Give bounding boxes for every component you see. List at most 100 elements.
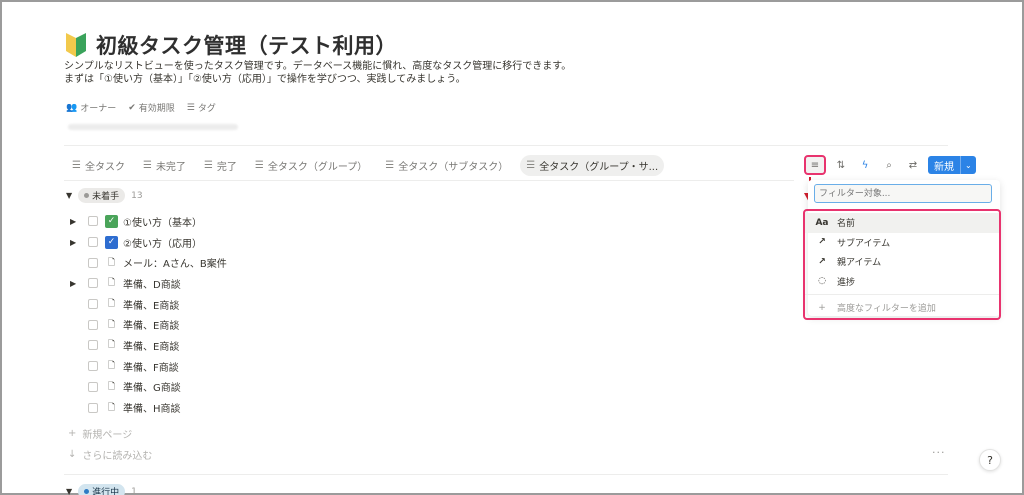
property-due-date[interactable]: ✔ 有効期限 [128, 101, 175, 115]
help-button[interactable]: ? [979, 449, 1001, 471]
automation-button[interactable]: ϟ [856, 156, 874, 174]
add-advanced-filter-button[interactable]: + 高度なフィルターを追加 [805, 298, 999, 318]
status-label: 進行中 [92, 488, 120, 495]
chevron-down-icon[interactable]: ⌄ [960, 156, 976, 174]
filter-option-progress[interactable]: ◌ 進捗 [805, 272, 999, 292]
list-item[interactable]: 🗋 準備、E商談 [70, 314, 227, 335]
property-owner[interactable]: 👥 オーナー [66, 101, 116, 115]
page-description: シンプルなリストビューを使ったタスク管理です。データベース機能に慣れ、高度なタス… [64, 60, 571, 86]
sort-button[interactable]: ⇅ [832, 156, 850, 174]
people-icon: 👥 [66, 102, 78, 113]
expand-triangle-icon[interactable]: ▶ [70, 238, 88, 247]
tab-all-grouped[interactable]: ☰ 全タスク（グループ） [249, 155, 373, 176]
filter-option-subitem[interactable]: ↗ サブアイテム [805, 233, 999, 253]
arrow-down-icon: ↓ [68, 449, 77, 460]
row-checkbox[interactable] [88, 319, 98, 330]
page-icon: 🗋 [107, 319, 116, 330]
tab-all-grouped-subtasks[interactable]: ☰ 全タスク（グループ・サ... [520, 154, 665, 176]
group-header-in-progress[interactable]: ▼ 進行中 1 [66, 484, 137, 495]
expand-triangle-icon[interactable]: ▶ [70, 279, 88, 288]
check-circle-icon: ✔ [128, 102, 136, 113]
search-icon: ⌕ [886, 159, 892, 171]
text-property-icon: Aa [815, 217, 829, 228]
list-item[interactable]: 🗋 メール：Aさん、B案件 [70, 252, 227, 273]
list-icon: ☰ [72, 159, 81, 171]
property-label: 有効期限 [138, 104, 175, 114]
list-icon: ☰ [142, 159, 152, 171]
load-more-label: さらに読み込む [82, 451, 153, 462]
row-checkbox[interactable] [88, 381, 98, 392]
expand-triangle-icon[interactable]: ▶ [70, 217, 88, 226]
task-name: ①使い方（基本） [123, 217, 202, 229]
status-dot-icon [84, 489, 90, 494]
page-icon: 🗋 [107, 381, 116, 392]
tab-complete[interactable]: ☰ 完了 [198, 155, 243, 176]
tab-all-tasks[interactable]: ☰ 全タスク [66, 155, 131, 176]
row-checkbox[interactable] [88, 361, 98, 372]
list-item[interactable]: 🗋 準備、E商談 [70, 294, 227, 315]
group-header-not-started[interactable]: ▼ 未着手 13 [66, 188, 143, 203]
tab-incomplete[interactable]: ☰ 未完了 [137, 155, 192, 176]
page-title-row: 初級タスク管理（テスト利用） [64, 30, 397, 60]
tab-all-subtasks[interactable]: ☰ 全タスク（サブタスク） [379, 155, 514, 176]
page-title: 初級タスク管理（テスト利用） [96, 34, 397, 58]
task-name: 準備、F商談 [123, 362, 179, 374]
group-count: 13 [131, 190, 143, 201]
list-item[interactable]: 🗋 準備、E商談 [70, 335, 227, 356]
filter-option-parent-item[interactable]: ↗ 親アイテム [805, 252, 999, 272]
tab-label: 全タスク [84, 161, 125, 173]
list-icon: ☰ [526, 159, 536, 171]
load-more-button[interactable]: ↓ さらに読み込む [68, 447, 152, 462]
page-icon: 🗋 [107, 361, 116, 372]
page-icon: 🗋 [107, 299, 116, 310]
row-checkbox[interactable] [88, 257, 98, 268]
collapse-triangle-icon[interactable]: ▼ [66, 487, 72, 495]
filter-button[interactable]: ≡ [804, 155, 826, 175]
list-item[interactable]: ▶ ✓ ①使い方（基本） [70, 211, 227, 232]
status-property-icon: ◌ [818, 276, 826, 287]
row-checkbox[interactable] [88, 216, 98, 227]
more-options-icon[interactable]: ··· [932, 446, 946, 459]
tab-label: 完了 [216, 161, 237, 173]
tab-label: 全タスク（サブタスク） [398, 161, 509, 173]
filter-search-input[interactable] [814, 184, 992, 203]
row-checkbox[interactable] [88, 340, 98, 351]
view-toolbar: ≡ ⇅ ϟ ⌕ ⇄ 新規 ⌄ [804, 154, 976, 176]
new-page-button[interactable]: + 新規ページ [68, 426, 132, 441]
view-settings-button[interactable]: ⇄ [904, 156, 922, 174]
new-button[interactable]: 新規 ⌄ [928, 156, 976, 174]
collapse-triangle-icon[interactable]: ▼ [66, 191, 72, 200]
row-checkbox[interactable] [88, 237, 98, 248]
row-checkbox[interactable] [88, 299, 98, 310]
task-name: 準備、D商談 [123, 279, 181, 291]
status-label: 未着手 [92, 192, 120, 202]
task-name: 準備、E商談 [123, 341, 180, 353]
divider [64, 180, 794, 181]
divider [805, 294, 999, 295]
plus-icon: + [68, 428, 77, 439]
task-name: ②使い方（応用） [123, 238, 202, 250]
list-icon: ☰ [203, 159, 213, 171]
option-label: 名前 [837, 219, 856, 230]
list-item[interactable]: ▶ 🗋 準備、D商談 [70, 273, 227, 294]
new-button-label: 新規 [934, 161, 954, 173]
row-checkbox[interactable] [88, 278, 98, 289]
list-item[interactable]: 🗋 準備、H商談 [70, 397, 227, 418]
task-list: ▶ ✓ ①使い方（基本） ▶ ✓ ②使い方（応用） 🗋 メール：Aさん、B案件 … [70, 211, 227, 418]
list-item[interactable]: 🗋 準備、F商談 [70, 356, 227, 377]
divider [64, 145, 948, 146]
search-button[interactable]: ⌕ [880, 156, 898, 174]
list-item[interactable]: 🗋 準備、G商談 [70, 377, 227, 398]
property-tags[interactable]: ☰ タグ [187, 101, 216, 115]
tab-label: 全タスク（グループ・サ... [539, 161, 659, 173]
tab-label: 全タスク（グループ） [267, 161, 368, 173]
row-checkbox[interactable] [88, 402, 98, 413]
filter-option-name[interactable]: Aa 名前 [805, 213, 999, 233]
page-icon: 🗋 [107, 340, 116, 351]
swap-icon: ⇄ [908, 159, 918, 171]
status-badge: 未着手 [78, 188, 126, 203]
page-properties: 👥 オーナー ✔ 有効期限 ☰ タグ [66, 101, 216, 115]
task-name: 準備、H商談 [123, 404, 181, 416]
status-badge: 進行中 [78, 484, 126, 495]
list-item[interactable]: ▶ ✓ ②使い方（応用） [70, 232, 227, 253]
